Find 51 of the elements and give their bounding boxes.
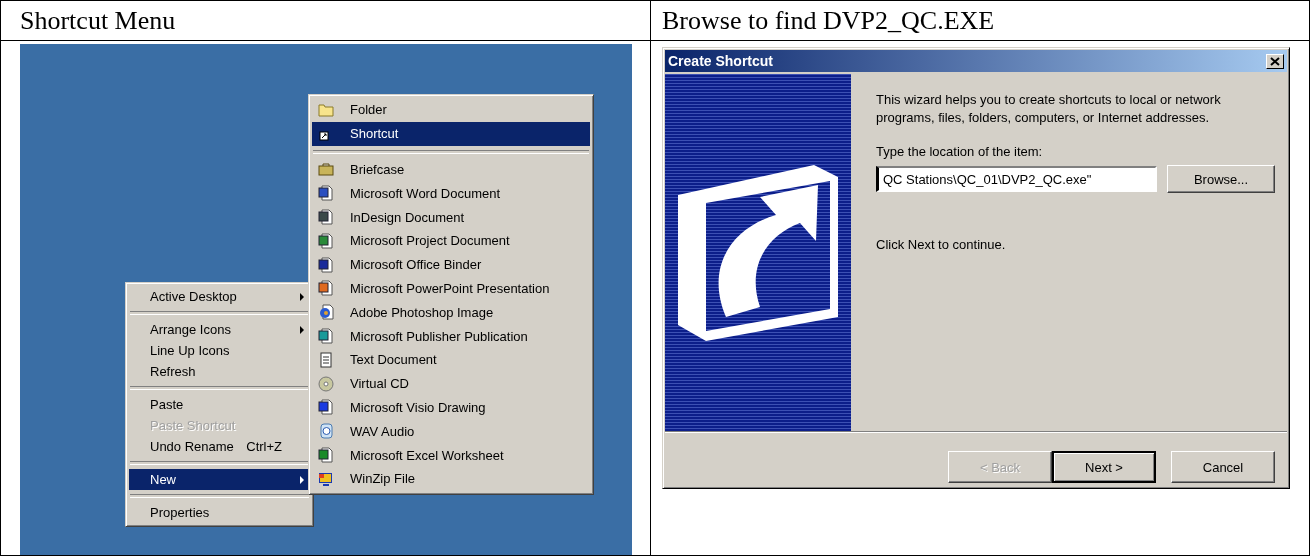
- briefcase-icon: [318, 161, 334, 178]
- document-icon: [318, 447, 334, 464]
- description-text: This wizard helps you to create shortcuts to local or network programs, files, folders, computers, or Internet addresses.: [876, 91, 1222, 127]
- menu-item[interactable]: Microsoft PowerPoint Presentation: [312, 276, 590, 301]
- menu-item[interactable]: Folder: [312, 98, 590, 122]
- menu-item[interactable]: Shortcut: [312, 121, 590, 146]
- menu-item[interactable]: Microsoft Office Binder: [312, 252, 590, 277]
- archive-icon: [318, 470, 334, 487]
- notepad-icon: [318, 351, 334, 368]
- document-icon: [318, 256, 334, 273]
- menu-item[interactable]: New: [129, 469, 310, 490]
- menu-item[interactable]: Active Desktop: [129, 286, 310, 307]
- window-title: Create Shortcut: [668, 53, 774, 69]
- menu-item[interactable]: Virtual CD: [312, 371, 590, 396]
- browse-button[interactable]: Browse...: [1167, 165, 1275, 193]
- document-icon: [318, 280, 334, 297]
- menu-item[interactable]: Briefcase: [312, 157, 590, 182]
- location-field[interactable]: QC Stations\QC_01\DVP2_QC.exe": [876, 166, 1157, 192]
- wizard-button[interactable]: Next >: [1052, 451, 1156, 483]
- field-label: Type the location of the item:: [876, 144, 1044, 159]
- menu-item[interactable]: Microsoft Word Document: [312, 181, 590, 206]
- menu-item[interactable]: Paste: [129, 394, 310, 415]
- menu-item[interactable]: Microsoft Project Document: [312, 229, 590, 253]
- wizard-button[interactable]: Cancel: [1171, 451, 1275, 483]
- menu-item[interactable]: Text Document: [312, 347, 590, 372]
- disc-icon: [318, 375, 334, 392]
- menu-item[interactable]: Line Up Icons: [129, 340, 310, 361]
- document-icon: [318, 185, 334, 202]
- document-icon: [318, 399, 334, 416]
- menu-item[interactable]: Adobe Photoshop Image: [312, 300, 590, 325]
- menu-item[interactable]: Properties: [129, 502, 310, 523]
- menu-item[interactable]: Arrange Icons: [129, 319, 310, 340]
- column-header: Browse to find DVP2_QC.EXE: [651, 1, 1310, 41]
- menu-item[interactable]: Microsoft Publisher Publication: [312, 324, 590, 348]
- menu-item[interactable]: InDesign Document: [312, 205, 590, 229]
- menu-item[interactable]: WAV Audio: [312, 419, 590, 444]
- instruction-text: Click Next to continue.: [876, 237, 1007, 252]
- menu-item[interactable]: Microsoft Visio Drawing: [312, 395, 590, 420]
- menu-item[interactable]: WinZip File: [312, 466, 590, 491]
- close-icon: [1269, 56, 1281, 66]
- folder-icon: [318, 101, 334, 118]
- document-icon: [318, 209, 334, 226]
- document-icon: [318, 328, 334, 345]
- menu-item[interactable]: Microsoft Excel Worksheet: [312, 443, 590, 467]
- close-button[interactable]: [1266, 53, 1284, 69]
- document-icon: [318, 304, 334, 321]
- menu-item[interactable]: Refresh: [129, 361, 310, 382]
- column-header: Shortcut Menu: [1, 1, 651, 41]
- document-icon: [318, 232, 334, 249]
- menu-item[interactable]: Undo Rename Ctrl+Z: [129, 436, 310, 457]
- document-icon: [318, 423, 334, 440]
